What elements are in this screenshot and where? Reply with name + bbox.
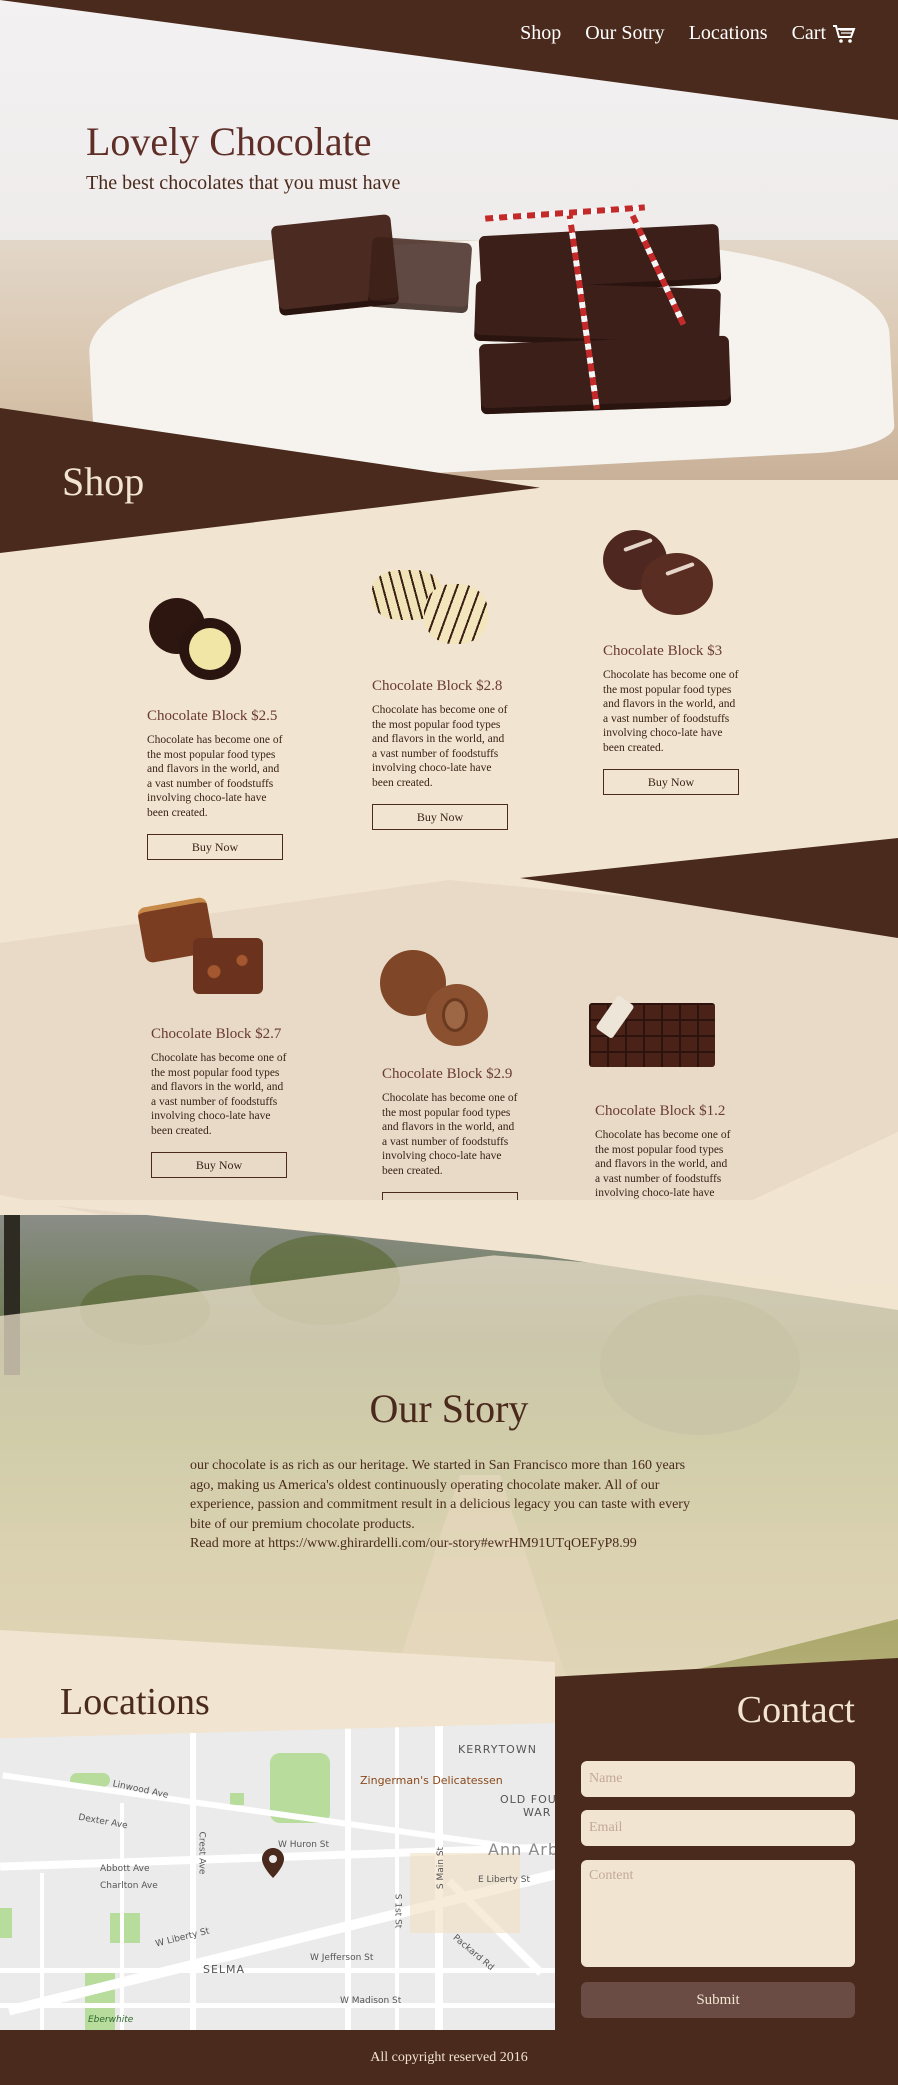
product-image (147, 590, 297, 700)
map-label: W Jefferson St (310, 1953, 374, 1963)
product-image (603, 525, 753, 635)
product-card: Chocolate Block $2.9 Chocolate has becom… (380, 948, 562, 1218)
buy-now-button[interactable]: Buy Now (151, 1152, 287, 1178)
email-field[interactable] (581, 1810, 855, 1846)
map-label: Charlton Ave (100, 1881, 158, 1891)
product-description: Chocolate has become one of the most pop… (382, 1092, 518, 1177)
product-description: Chocolate has become one of the most pop… (151, 1052, 287, 1137)
nav-our-story[interactable]: Our Sotry (585, 22, 664, 45)
product-card: Chocolate Block $3 Chocolate has become … (603, 525, 783, 795)
product-image (380, 948, 532, 1058)
nav-shop[interactable]: Shop (520, 22, 561, 45)
product-name: Chocolate Block $2.7 (151, 1026, 282, 1042)
hero-chocolate-image (270, 204, 770, 450)
map-label: Eberwhite (88, 2015, 134, 2025)
map-label: Packard Rd (450, 1933, 496, 1973)
product-name: Chocolate Block $3 (603, 643, 723, 659)
map-label: Zingerman's Delicatessen (360, 1774, 503, 1787)
nav-locations[interactable]: Locations (689, 22, 768, 45)
map-label: WAR (523, 1806, 552, 1819)
contact-title: Contact (736, 1689, 855, 1731)
nav-cart[interactable]: Cart (792, 22, 856, 45)
map-label: S 1st St (392, 1893, 403, 1929)
product-name: Chocolate Block $2.9 (382, 1066, 513, 1082)
buy-now-button[interactable]: Buy Now (372, 804, 508, 830)
footer: All copyright reserved 2016 (0, 2030, 898, 2085)
shop-title: Shop (62, 459, 145, 504)
map-label: W Huron St (278, 1840, 330, 1850)
product-card: Chocolate Block $2.5 Chocolate has becom… (147, 590, 327, 860)
story-read-more-link[interactable]: Read more at https://www.ghirardelli.com… (190, 1536, 637, 1551)
story-paragraph: our chocolate is as rich as our heritage… (190, 1458, 690, 1532)
map-label: W Madison St (340, 1996, 402, 2006)
buy-now-button[interactable]: Buy Now (603, 769, 739, 795)
map-label: OLD FOU (500, 1793, 555, 1806)
nav-cart-label: Cart (791, 22, 826, 44)
buy-now-button[interactable]: Buy Now (147, 834, 283, 860)
hero-subtitle: The best chocolates that you must have (86, 172, 401, 194)
hero-title: Lovely Chocolate (86, 119, 372, 164)
cart-icon (833, 24, 856, 43)
map-label: Abbott Ave (100, 1864, 150, 1874)
map-pin-icon[interactable] (262, 1848, 284, 1878)
product-image (589, 985, 745, 1095)
map-label: Ann Arb (488, 1840, 555, 1859)
content-field[interactable] (581, 1860, 855, 1967)
map-label: Crest Ave (196, 1831, 207, 1875)
hero-top-band (0, 0, 898, 120)
hero-section (0, 0, 898, 480)
product-card: Chocolate Block $2.7 Chocolate has becom… (136, 896, 331, 1178)
product-description: Chocolate has become one of the most pop… (603, 669, 739, 754)
product-description: Chocolate has become one of the most pop… (147, 734, 283, 819)
story-title: Our Story (369, 1386, 529, 1431)
product-description: Chocolate has become one of the most pop… (372, 704, 508, 789)
map-label: S Main St (436, 1846, 447, 1890)
map-label: W Liberty St (154, 1926, 211, 1950)
name-field[interactable] (581, 1761, 855, 1797)
product-image (372, 560, 522, 670)
main-nav: Shop Our Sotry Locations Cart (520, 22, 856, 45)
locations-title: Locations (60, 1681, 210, 1723)
footer-copyright: All copyright reserved 2016 (370, 2050, 528, 2065)
product-card: Chocolate Block $2.8 Chocolate has becom… (372, 560, 552, 830)
map-label: KERRYTOWN (458, 1743, 537, 1756)
product-name: Chocolate Block $1.2 (595, 1103, 726, 1119)
map-label: E Liberty St (478, 1875, 530, 1885)
product-name: Chocolate Block $2.8 (372, 678, 503, 694)
product-name: Chocolate Block $2.5 (147, 708, 278, 724)
story-text: our chocolate is as rich as our heritage… (190, 1456, 710, 1554)
map-label: SELMA (203, 1963, 246, 1976)
product-image (136, 896, 301, 1018)
submit-button[interactable]: Submit (581, 1982, 855, 2018)
